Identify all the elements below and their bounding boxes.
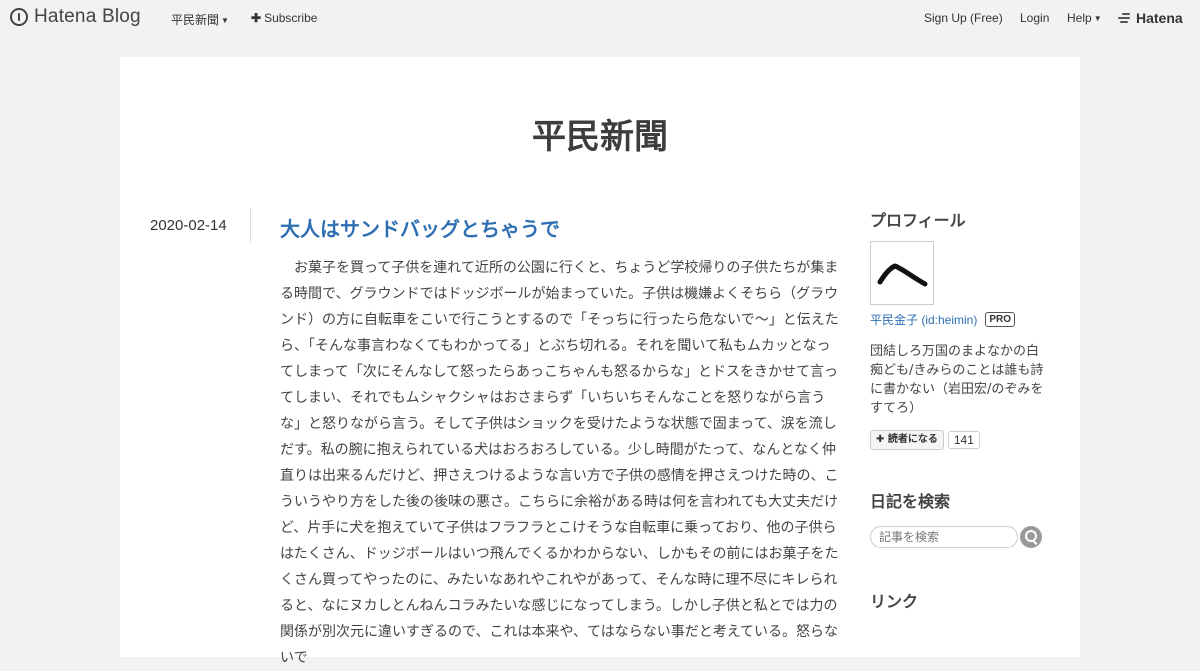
reader-count[interactable]: 141 <box>947 431 980 449</box>
signup-link[interactable]: Sign Up (Free) <box>924 11 1003 25</box>
search-button[interactable] <box>1020 526 1042 548</box>
profile-heading: プロフィール <box>870 211 966 230</box>
caret-down-icon: ▼ <box>221 16 229 25</box>
blog-menu-dropdown[interactable]: 平民新聞 ▼ <box>171 11 229 28</box>
blog-menu-label: 平民新聞 <box>171 13 220 27</box>
hatena-mark-icon <box>1118 13 1132 23</box>
hatena-brand-link[interactable]: Hatena <box>1118 10 1183 26</box>
entry-title[interactable]: 大人はサンドバッグとちゃうで <box>280 213 560 242</box>
logo-text: Hatena Blog <box>34 6 141 27</box>
entry-date[interactable]: 2020-02-14 <box>150 217 227 234</box>
plus-icon: ✚ <box>251 11 262 25</box>
help-label: Help <box>1067 11 1092 25</box>
blog-title[interactable]: 平民新聞 <box>120 109 1080 158</box>
hatena-blog-logo[interactable]: Hatena Blog <box>10 6 141 28</box>
reader-row: ✚ 読者になる 141 <box>870 430 1050 450</box>
help-dropdown[interactable]: Help ▼ <box>1067 11 1102 25</box>
subscribe-reader-button[interactable]: ✚ 読者になる <box>870 430 944 450</box>
search-input[interactable] <box>870 526 1018 548</box>
profile-description: 団結しろ万国のまよなかの白痴ども/きみらのことは誰も詩に書かない（岩田宏/のぞみ… <box>870 344 1044 416</box>
pro-badge[interactable]: PRO <box>985 312 1016 327</box>
search-icon <box>1025 530 1037 542</box>
blog-container: 平民新聞 2020-02-14 大人はサンドバッグとちゃうで お菓子を買って子供… <box>120 57 1080 666</box>
subscribe-label: Subscribe <box>264 11 318 25</box>
profile-name-link[interactable]: 平民金子 (id:heimin) <box>870 311 977 328</box>
global-header: Hatena Blog 平民新聞 ▼ ✚ Subscribe Sign Up (Fr… <box>0 0 1200 36</box>
subscribe-button[interactable]: ✚ Subscribe <box>251 11 317 25</box>
profile-avatar[interactable] <box>870 241 934 305</box>
entry-body: お菓子を買って子供を連れて近所の公園に行くと、ちょうど学校帰りの子供たちが集まる… <box>280 260 839 666</box>
login-link[interactable]: Login <box>1020 11 1049 25</box>
caret-down-icon: ▼ <box>1093 14 1102 23</box>
search-row <box>870 526 1050 548</box>
date-divider <box>250 208 251 242</box>
sidebar: プロフィール 平民金子 (id:heimin) PRO 団結しろ万国のまよなかの… <box>870 207 1050 612</box>
profile-name-row: 平民金子 (id:heimin) PRO <box>870 311 1050 328</box>
hatena-blog-icon <box>10 8 28 26</box>
brand-label: Hatena <box>1136 10 1183 26</box>
reader-button-label: 読者になる <box>887 434 938 445</box>
search-heading: 日記を検索 <box>870 492 951 511</box>
plus-icon: ✚ <box>876 434 885 445</box>
links-heading: リンク <box>870 592 919 611</box>
